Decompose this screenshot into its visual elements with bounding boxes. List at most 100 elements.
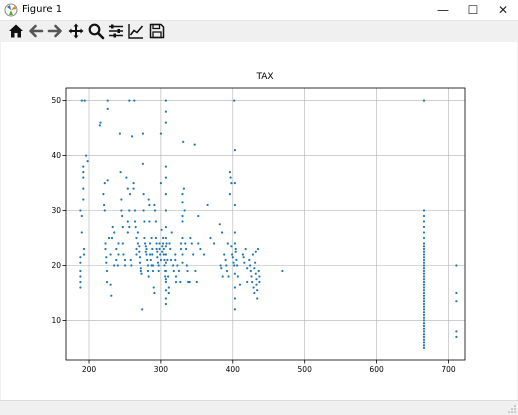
data-point — [105, 256, 108, 259]
data-point — [162, 236, 165, 240]
data-point — [130, 264, 133, 267]
data-point — [146, 258, 149, 262]
data-point — [85, 154, 88, 157]
close-button[interactable]: ✕ — [488, 0, 518, 20]
data-point — [106, 179, 109, 182]
data-point — [164, 261, 167, 264]
data-point — [82, 198, 85, 201]
data-point — [109, 253, 112, 256]
data-point — [422, 305, 426, 308]
data-point — [164, 289, 167, 292]
data-point — [82, 247, 86, 251]
save-button[interactable] — [148, 22, 166, 40]
data-point — [233, 308, 236, 311]
y-tick-label: 50 — [51, 96, 61, 105]
data-point — [213, 242, 216, 245]
edit-axis-button[interactable] — [127, 22, 145, 40]
data-point — [144, 242, 147, 245]
data-point — [147, 198, 150, 201]
data-point — [422, 330, 426, 333]
data-point — [422, 283, 426, 286]
maximize-button[interactable]: ☐ — [458, 0, 488, 20]
home-icon — [9, 24, 23, 38]
back-button[interactable] — [27, 22, 45, 40]
data-point — [104, 242, 107, 245]
data-point — [422, 225, 426, 229]
data-point — [129, 258, 132, 262]
data-point — [86, 160, 89, 163]
data-point — [190, 242, 193, 245]
y-tick-label: 10 — [51, 316, 61, 325]
data-point — [164, 225, 167, 229]
data-point — [143, 236, 146, 240]
data-point — [422, 264, 426, 267]
pan-button[interactable] — [67, 22, 85, 40]
data-point — [170, 231, 173, 234]
data-point — [79, 286, 82, 289]
data-point — [102, 193, 105, 196]
data-point — [80, 99, 83, 102]
data-point — [422, 253, 426, 256]
data-point — [149, 258, 152, 262]
x-tick-label: 600 — [369, 365, 384, 374]
data-point — [422, 267, 426, 270]
data-point — [193, 143, 196, 146]
data-point — [422, 286, 426, 289]
data-point — [128, 225, 131, 229]
zoom-button[interactable] — [87, 22, 105, 40]
data-point — [163, 258, 166, 262]
data-point — [164, 280, 167, 284]
data-point — [185, 264, 188, 267]
data-point — [156, 256, 159, 259]
data-point — [422, 269, 426, 273]
data-point — [111, 225, 114, 229]
data-point — [422, 319, 426, 322]
data-point — [163, 264, 166, 267]
data-point — [82, 176, 85, 179]
data-point — [164, 121, 167, 124]
data-point — [154, 209, 157, 212]
data-point — [422, 341, 426, 344]
minimize-button[interactable]: — — [428, 0, 458, 20]
data-point — [169, 258, 173, 262]
data-point — [152, 286, 155, 289]
home-button[interactable] — [7, 22, 25, 40]
data-point — [225, 269, 229, 273]
data-point — [199, 247, 202, 251]
data-point — [422, 335, 426, 338]
data-point — [230, 182, 233, 185]
data-point — [422, 261, 426, 264]
data-point — [128, 193, 132, 196]
resize-grip-icon[interactable] — [508, 405, 516, 413]
data-point — [156, 261, 160, 264]
data-point — [455, 291, 458, 295]
data-point — [79, 261, 82, 264]
configure-subplots-button[interactable] — [107, 22, 125, 40]
data-point — [179, 280, 182, 284]
data-point — [455, 264, 458, 267]
data-point — [248, 264, 252, 267]
data-point — [255, 278, 258, 281]
data-point — [251, 253, 254, 256]
data-point — [82, 253, 86, 256]
data-point — [151, 269, 155, 273]
data-point — [104, 247, 107, 251]
data-point — [197, 214, 200, 218]
data-point — [151, 253, 154, 256]
data-point — [142, 209, 145, 212]
data-point — [230, 245, 233, 248]
data-point — [227, 275, 230, 278]
data-point — [105, 269, 109, 273]
data-point — [158, 247, 161, 251]
data-point — [167, 291, 170, 295]
figure-canvas[interactable]: TAX 200 300 400 500 600 700 10 20 30 40 50 — [1, 42, 517, 400]
forward-button[interactable] — [46, 22, 64, 40]
data-point — [254, 261, 257, 264]
data-point — [133, 99, 136, 102]
data-point — [422, 311, 426, 314]
data-point — [422, 236, 426, 240]
data-point — [132, 182, 135, 185]
data-point — [249, 269, 252, 273]
data-point — [153, 203, 156, 207]
data-point — [281, 269, 284, 273]
